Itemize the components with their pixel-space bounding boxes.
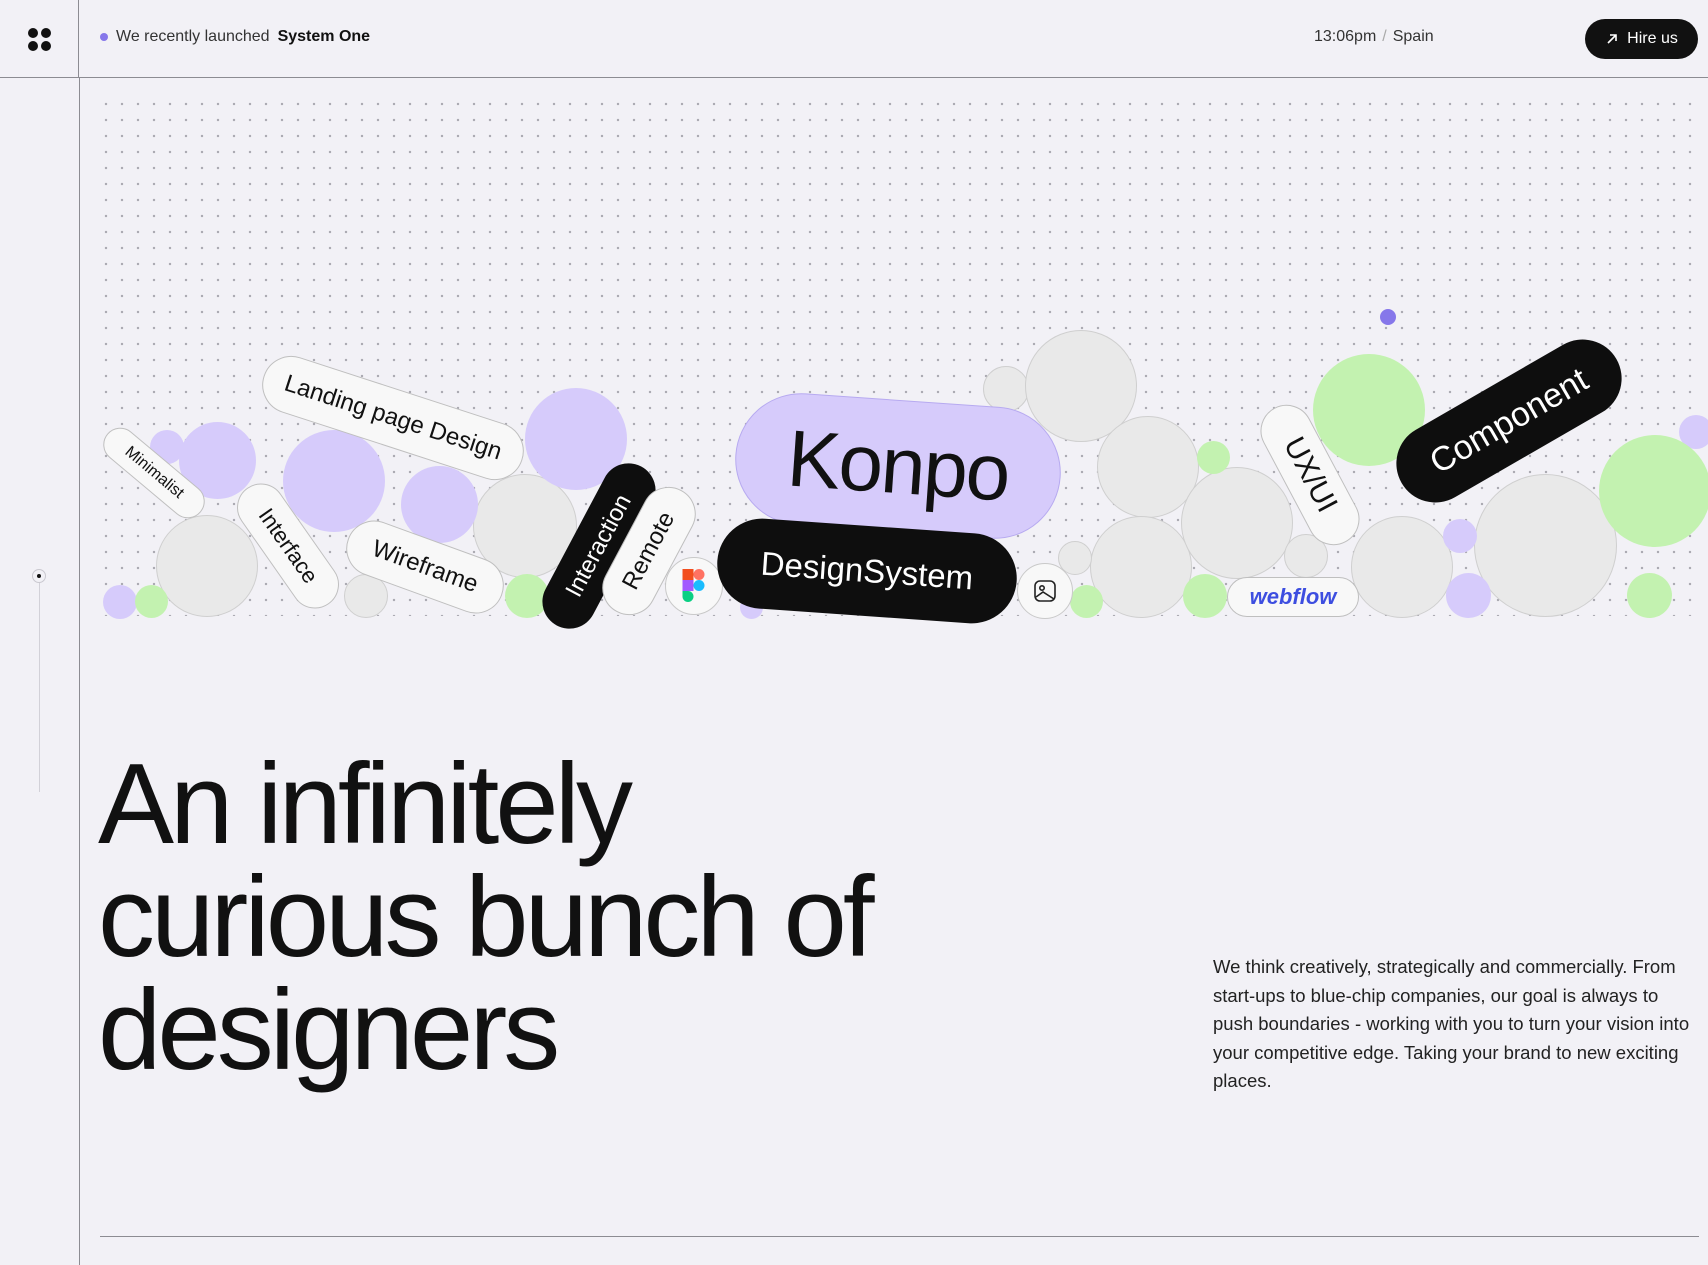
hire-us-button[interactable]: Hire us — [1585, 19, 1698, 59]
decor-circle — [1070, 585, 1103, 618]
decor-circle — [1443, 519, 1477, 553]
announcement[interactable]: We recently launched System One — [100, 28, 370, 46]
decor-circle — [1351, 516, 1453, 618]
top-bar: We recently launched System One 13:06pm /… — [0, 0, 1708, 78]
headline-line: designers — [98, 967, 560, 1094]
arrow-up-right-icon — [1607, 34, 1617, 44]
tag-label: Konpo — [784, 413, 1012, 518]
hero-intro: We think creatively, strategically and c… — [1213, 956, 1690, 1091]
sidebar-divider — [79, 78, 80, 1265]
decor-circle — [1181, 467, 1293, 579]
headline-line: An infinitely — [98, 741, 633, 868]
decor-circle — [1183, 574, 1227, 618]
decor-circle — [1197, 441, 1230, 474]
hero-headline: An infinitely curious bunch of designers — [98, 748, 998, 1088]
decor-circle — [156, 515, 258, 617]
headline-line: curious bunch of — [98, 854, 875, 981]
location-value: Spain — [1392, 28, 1434, 45]
tag-label: DesignSystem — [759, 544, 975, 597]
scroll-progress-indicator[interactable] — [32, 569, 46, 583]
decor-circle — [1627, 573, 1672, 618]
time-separator: / — [1382, 28, 1387, 45]
image-icon — [1034, 580, 1056, 602]
figma-icon — [682, 569, 705, 602]
decor-circle — [1090, 516, 1192, 618]
scroll-progress-track — [39, 576, 40, 792]
tag-webflow: webflow — [1227, 577, 1359, 617]
logo-icon[interactable] — [28, 28, 52, 52]
announcement-product[interactable]: System One — [278, 28, 370, 46]
decor-circle — [1474, 474, 1617, 617]
decor-circle — [401, 466, 478, 543]
decor-circle — [1446, 573, 1491, 618]
time-value: 13:06pm — [1314, 28, 1377, 45]
decor-circle — [283, 430, 385, 532]
hire-us-label: Hire us — [1627, 30, 1678, 47]
logo-box[interactable] — [0, 0, 79, 78]
accent-dot — [1380, 309, 1396, 325]
announcement-text: We recently launched — [116, 28, 270, 45]
image-badge — [1017, 563, 1073, 619]
decor-circle — [983, 366, 1029, 412]
section-divider — [100, 1236, 1699, 1237]
decor-circle — [103, 585, 137, 619]
decor-circle — [1599, 435, 1708, 547]
figma-badge — [665, 557, 723, 615]
decor-circle — [135, 585, 168, 618]
local-time: 13:06pm / Spain — [1314, 28, 1434, 46]
webflow-logo: webflow — [1249, 584, 1337, 609]
status-dot-icon — [100, 33, 108, 41]
